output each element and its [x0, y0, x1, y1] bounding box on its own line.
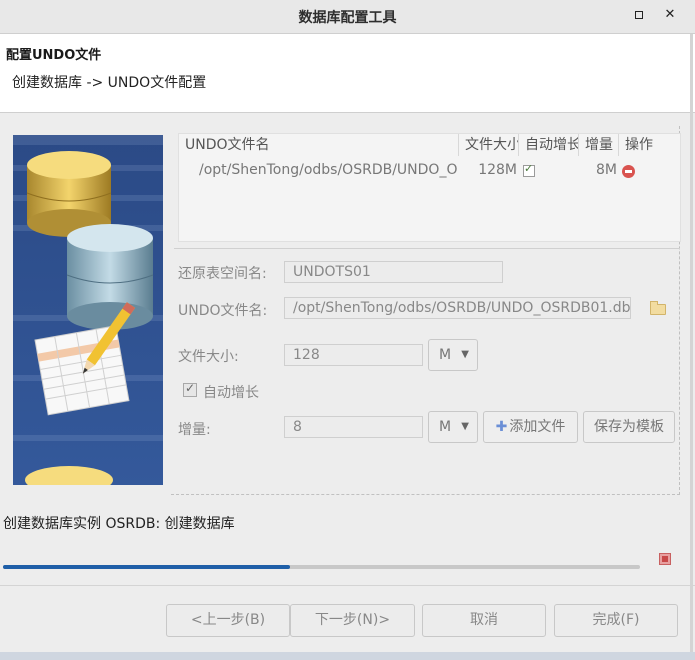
- remove-icon[interactable]: [622, 165, 635, 178]
- row-size: 128M: [478, 162, 517, 178]
- database-illustration-icon: [13, 135, 163, 485]
- maximize-icon[interactable]: [632, 8, 646, 22]
- auto-grow-label: 自动增长: [203, 385, 259, 401]
- stop-icon[interactable]: [659, 553, 671, 565]
- size-unit-value: M: [439, 347, 452, 363]
- progress-fill: [3, 565, 290, 569]
- increment-field[interactable]: 8: [284, 416, 423, 438]
- auto-grow-checkbox[interactable]: [183, 381, 197, 397]
- column-header-auto-grow[interactable]: 自动增长: [519, 134, 579, 156]
- progress-bar: [3, 565, 640, 569]
- save-template-button[interactable]: 保存为模板: [583, 411, 675, 443]
- footer-divider: [0, 585, 695, 586]
- page-breadcrumb: 创建数据库 -> UNDO文件配置: [12, 75, 207, 91]
- size-unit-select[interactable]: M ▼: [428, 339, 478, 371]
- row-auto-grow-checkbox[interactable]: [523, 162, 535, 177]
- chevron-down-icon: ▼: [461, 421, 469, 432]
- increment-label: 增量:: [178, 422, 211, 438]
- folder-icon[interactable]: [650, 301, 666, 315]
- row-file-name: /opt/ShenTong/odbs/OSRDB/UNDO_OSRDB01.db…: [199, 162, 457, 178]
- prev-button[interactable]: <上一步(B): [166, 604, 290, 637]
- undo-file-table: UNDO文件名 文件大小 自动增长 增量 操作 /opt/ShenTong/od…: [178, 133, 681, 242]
- undo-file-field[interactable]: /opt/ShenTong/odbs/OSRDB/UNDO_OSRDB01.db…: [284, 297, 631, 319]
- undo-file-label: UNDO文件名:: [178, 303, 268, 319]
- column-header-increment[interactable]: 增量: [579, 134, 619, 156]
- window-edge: [690, 34, 693, 654]
- row-increment: 8M: [596, 162, 617, 178]
- column-header-file-name[interactable]: UNDO文件名: [179, 134, 459, 156]
- database-illustration: [13, 135, 163, 485]
- size-label: 文件大小:: [178, 349, 239, 365]
- column-header-size[interactable]: 文件大小: [459, 134, 519, 156]
- tablespace-label: 还原表空间名:: [178, 266, 267, 282]
- size-field[interactable]: 128: [284, 344, 423, 366]
- tablespace-field[interactable]: UNDOTS01: [284, 261, 503, 283]
- chevron-down-icon: ▼: [461, 349, 469, 360]
- page-title: 配置UNDO文件: [6, 48, 102, 63]
- finish-button[interactable]: 完成(F): [554, 604, 678, 637]
- add-file-label: 添加文件: [509, 419, 566, 435]
- increment-unit-select[interactable]: M ▼: [428, 411, 478, 443]
- plus-icon: ✚: [495, 419, 508, 435]
- increment-unit-value: M: [439, 419, 452, 435]
- cancel-button[interactable]: 取消: [422, 604, 546, 637]
- close-icon[interactable]: ✕: [663, 8, 677, 22]
- add-file-button[interactable]: ✚ 添加文件: [483, 411, 578, 443]
- column-header-action[interactable]: 操作: [619, 134, 680, 156]
- window-title: 数据库配置工具: [298, 10, 397, 26]
- next-button[interactable]: 下一步(N)>: [290, 604, 415, 637]
- status-text: 创建数据库实例 OSRDB: 创建数据库: [3, 516, 235, 532]
- divider: [174, 248, 680, 249]
- window-titlebar: 数据库配置工具 ✕: [0, 0, 695, 34]
- window-bottom-edge: [0, 652, 695, 660]
- header-panel: 配置UNDO文件 创建数据库 -> UNDO文件配置: [0, 34, 695, 113]
